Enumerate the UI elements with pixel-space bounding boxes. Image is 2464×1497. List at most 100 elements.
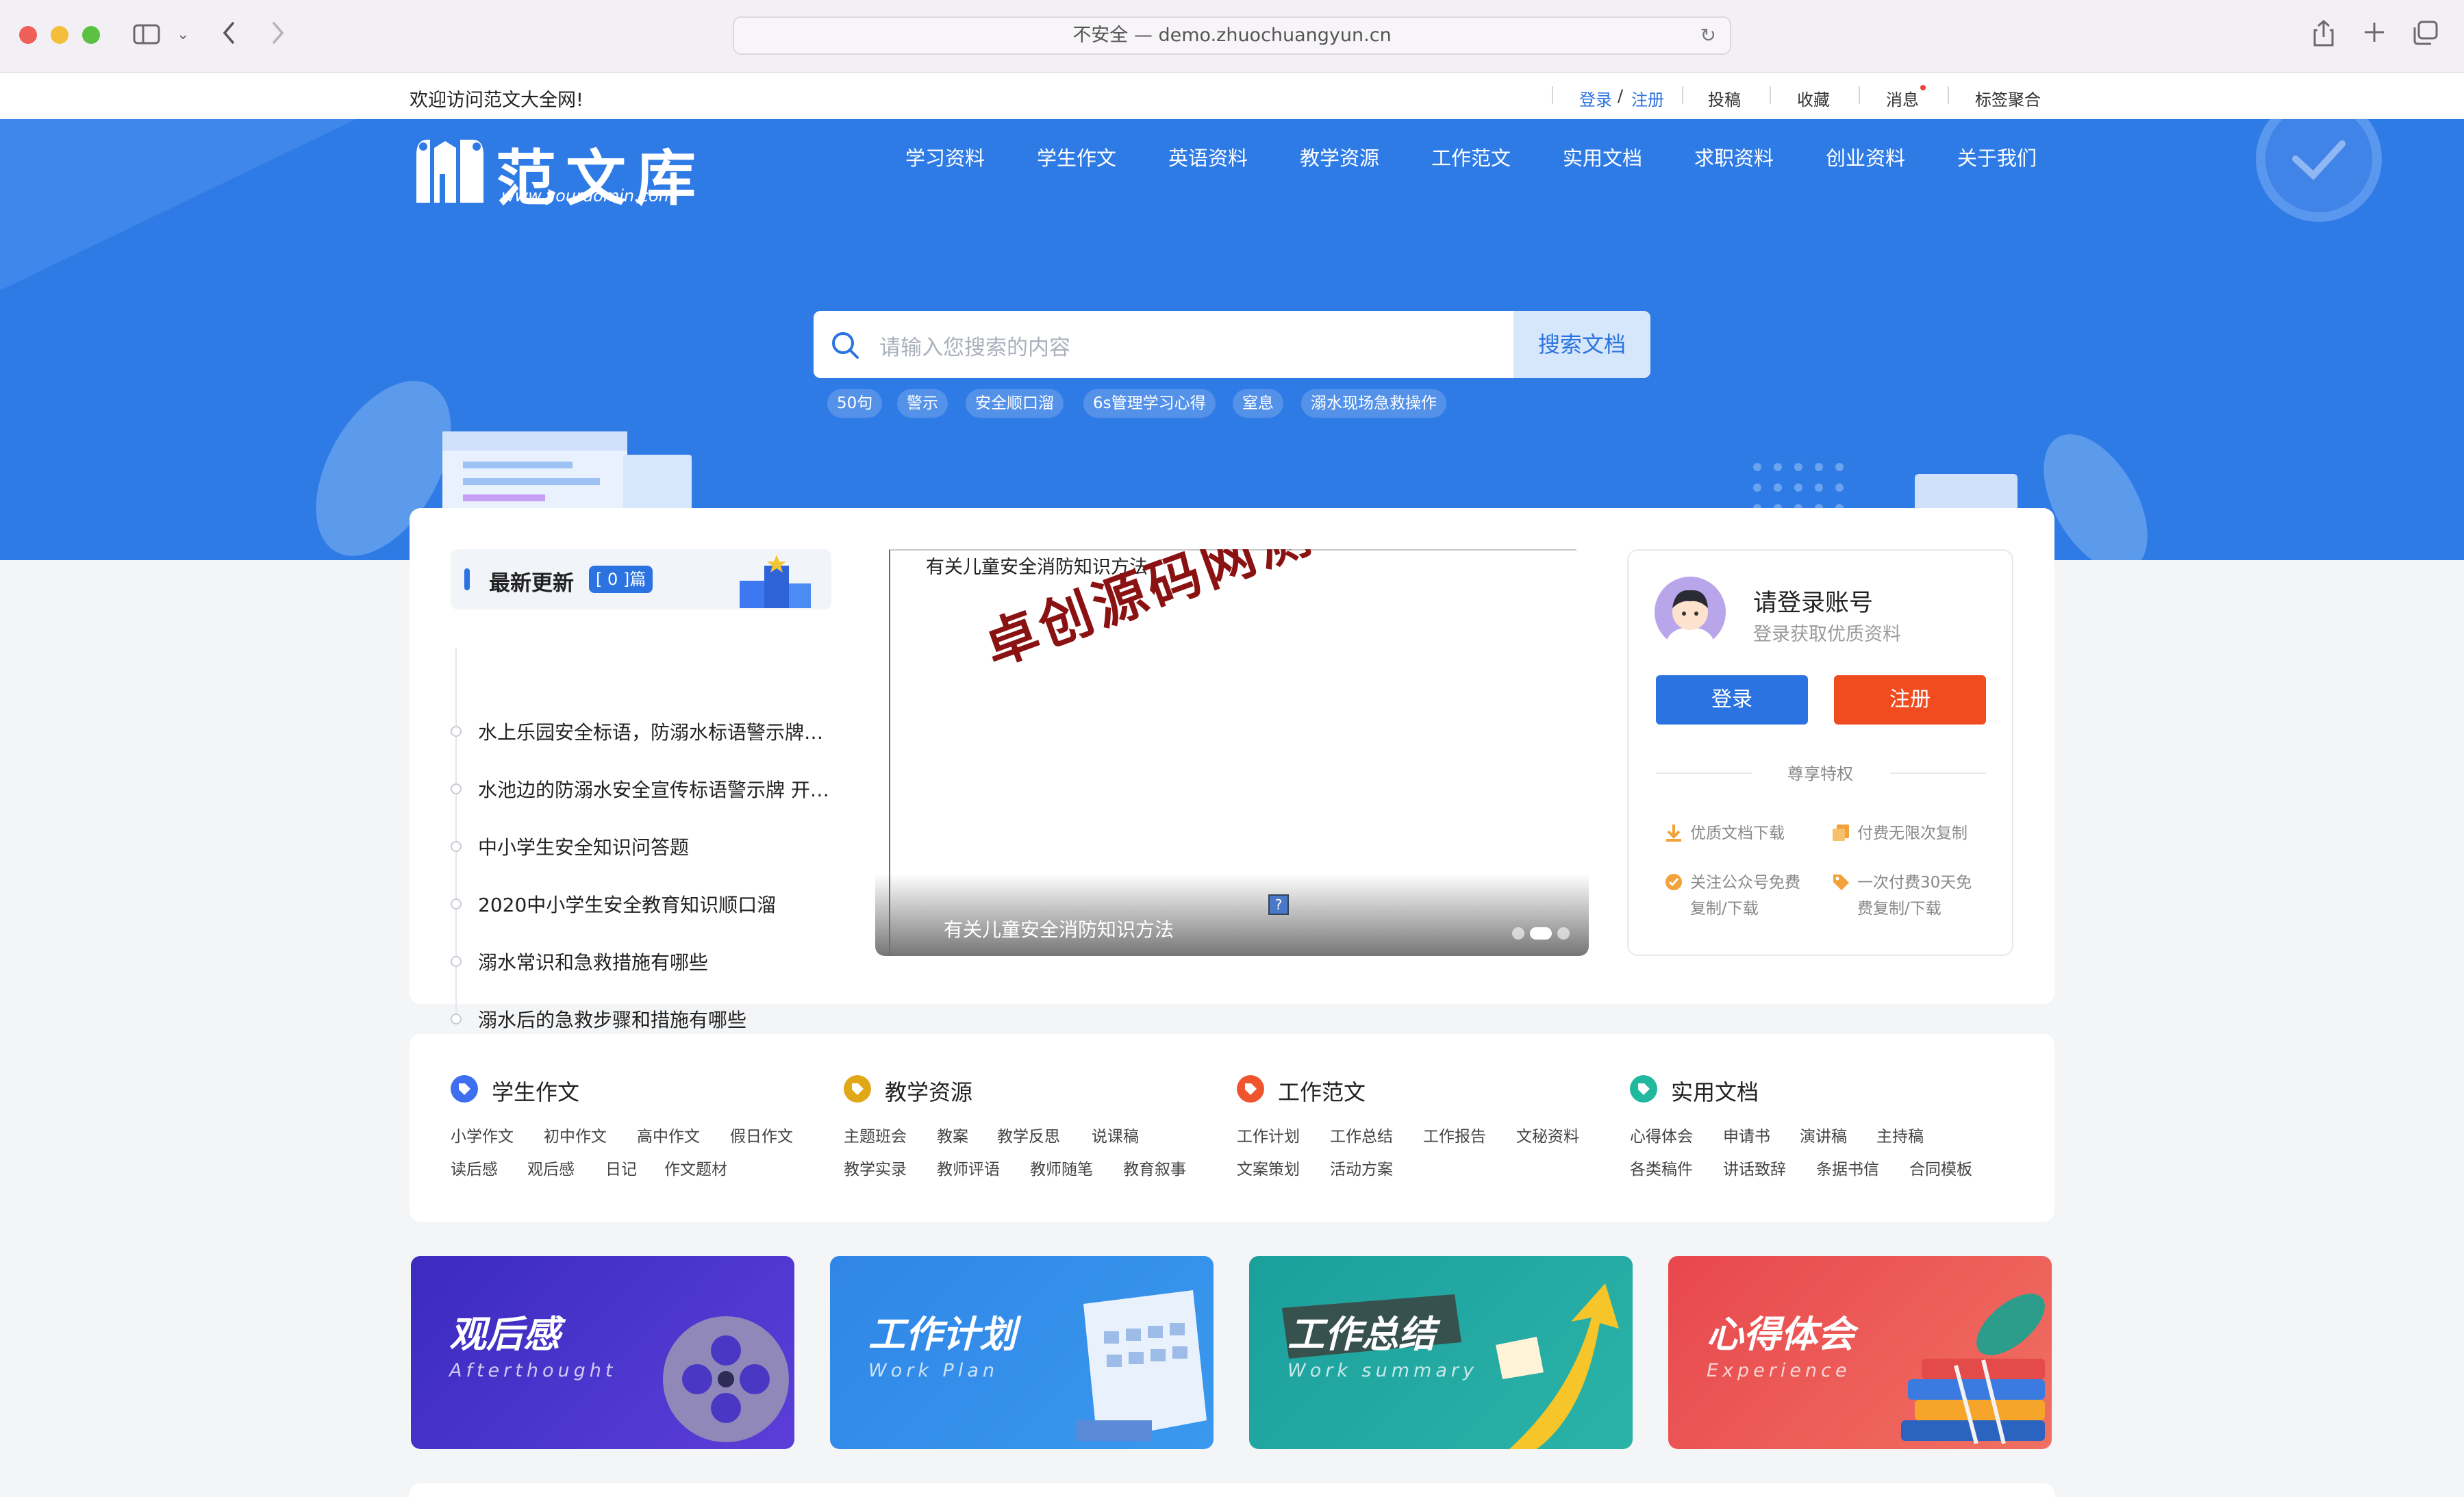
site-logo[interactable]: 范文库 www.yourdomin.com [410,134,711,214]
category-link[interactable]: 教学反思 [997,1123,1060,1146]
category-link[interactable]: 教学实录 [844,1156,907,1179]
timeline-line [455,648,457,1018]
banner-title: 工作计划 [868,1313,1016,1356]
back-arrow-icon[interactable] [221,21,237,49]
tags-link[interactable]: 标签聚合 [1975,86,2041,110]
latest-item[interactable]: 2020中小学生安全教育知识顺口溜 [478,890,834,918]
web-page: 欢迎访问范文大全网! 登录 / 注册 投稿 收藏 消息 标签聚合 范文库 www… [0,73,2464,1497]
nav-study-materials[interactable]: 学习资料 [905,142,985,171]
timeline-dot [451,956,462,967]
film-reel-icon [663,1316,789,1442]
login-link[interactable]: 登录 [1579,86,1612,110]
nav-practical-docs[interactable]: 实用文档 [1563,142,1642,171]
hot-tag[interactable]: 50句 [827,389,883,418]
category-link[interactable]: 合同模板 [1909,1156,1972,1179]
hot-tag[interactable]: 安全顺口溜 [966,389,1064,418]
category-link[interactable]: 讲话致辞 [1723,1156,1786,1179]
category-link[interactable]: 假日作文 [730,1123,793,1146]
banner-afterthought[interactable]: 观后感 Afterthought [411,1256,794,1449]
messages-link[interactable]: 消息 [1886,86,1919,110]
forward-arrow-icon[interactable] [270,21,286,49]
tag-icon [1237,1075,1264,1103]
category-link[interactable]: 活动方案 [1330,1156,1393,1179]
category-link[interactable]: 文秘资料 [1516,1123,1579,1146]
category-link[interactable]: 教案 [937,1123,968,1146]
register-button[interactable]: 注册 [1834,675,1986,725]
category-link[interactable]: 教师随笔 [1030,1156,1093,1179]
close-window-button[interactable] [19,26,37,44]
latest-item[interactable]: 水池边的防溺水安全宣传标语警示牌 开… [478,775,834,803]
banner-experience[interactable]: 心得体会 Experience [1668,1256,2052,1449]
category-title[interactable]: 教学资源 [885,1075,972,1107]
search-icon [832,332,859,359]
copy-icon [1833,825,1849,841]
favorites-link[interactable]: 收藏 [1797,86,1830,110]
login-button[interactable]: 登录 [1656,675,1808,725]
latest-item[interactable]: 溺水常识和急救措施有哪些 [478,948,834,975]
timeline-dot [451,1014,462,1024]
maximize-window-button[interactable] [82,26,100,44]
chevron-down-icon[interactable]: ⌄ [177,23,189,47]
latest-item[interactable]: 中小学生安全知识问答题 [478,833,834,860]
search-input[interactable]: 请输入您搜索的内容 [879,330,1070,361]
nav-english-materials[interactable]: 英语资料 [1168,142,1248,171]
share-icon[interactable] [2312,19,2335,51]
carousel-dot-active[interactable] [1530,927,1552,940]
contribute-link[interactable]: 投稿 [1708,86,1741,110]
hot-tag[interactable]: 6s管理学习心得 [1083,389,1216,418]
category-link[interactable]: 观后感 [527,1156,575,1179]
carousel[interactable]: 有关儿童安全消防知识方法 卓创源码网测试 ? 有关儿童安全消防知识方法 [875,549,1589,956]
nav-about-us[interactable]: 关于我们 [1957,142,2037,171]
banner-subtitle: Work summary [1287,1360,1478,1381]
category-link[interactable]: 主题班会 [844,1123,907,1146]
category-link[interactable]: 日记 [605,1156,637,1179]
carousel-caption: 有关儿童安全消防知识方法 [944,918,1174,941]
banner-work-plan[interactable]: 工作计划 Work Plan [830,1256,1214,1449]
category-link[interactable]: 小学作文 [451,1123,514,1146]
category-link[interactable]: 作文题材 [664,1156,727,1179]
hot-tag[interactable]: 溺水现场急救操作 [1301,389,1446,418]
minimize-window-button[interactable] [51,26,68,44]
reload-icon[interactable]: ↻ [1700,18,1716,53]
address-bar[interactable]: 不安全 — demo.zhuochuangyun.cn ↻ [733,16,1731,55]
category-link[interactable]: 各类稿件 [1630,1156,1693,1179]
tab-overview-icon[interactable] [2412,21,2438,49]
category-link[interactable]: 教师评语 [937,1156,1000,1179]
category-link[interactable]: 说课稿 [1092,1123,1139,1146]
hot-tag[interactable]: 警示 [897,389,948,418]
category-link[interactable]: 演讲稿 [1800,1123,1847,1146]
carousel-dot[interactable] [1512,927,1524,940]
nav-teaching-resources[interactable]: 教学资源 [1300,142,1379,171]
nav-job-materials[interactable]: 求职资料 [1694,142,1774,171]
category-link[interactable]: 工作总结 [1330,1123,1393,1146]
carousel-dot[interactable] [1557,927,1570,940]
new-tab-icon[interactable] [2363,21,2386,48]
category-link[interactable]: 读后感 [451,1156,498,1179]
category-link[interactable]: 文案策划 [1237,1156,1300,1179]
nav-student-essays[interactable]: 学生作文 [1037,142,1116,171]
sidebar-toggle-icon[interactable] [133,23,160,49]
account-subtitle: 登录获取优质资料 [1753,624,1901,645]
banner-work-summary[interactable]: 工作总结 Work summary [1249,1256,1633,1449]
category-link[interactable]: 条据书信 [1816,1156,1879,1179]
divider [1682,86,1683,104]
category-link[interactable]: 初中作文 [544,1123,607,1146]
hot-tag[interactable]: 窒息 [1233,389,1283,418]
category-link[interactable]: 心得体会 [1630,1123,1693,1146]
category-link[interactable]: 教育叙事 [1123,1156,1186,1179]
nav-work-templates[interactable]: 工作范文 [1431,142,1511,171]
category-title[interactable]: 学生作文 [492,1075,579,1107]
nav-startup-materials[interactable]: 创业资料 [1826,142,1905,171]
category-link[interactable]: 主持稿 [1876,1123,1924,1146]
category-link[interactable]: 工作报告 [1423,1123,1486,1146]
category-link[interactable]: 高中作文 [637,1123,700,1146]
latest-item[interactable]: 溺水后的急救步骤和措施有哪些 [478,1005,834,1033]
register-link[interactable]: 注册 [1631,86,1664,110]
category-title[interactable]: 工作范文 [1278,1075,1366,1107]
category-title[interactable]: 实用文档 [1671,1075,1759,1107]
latest-item[interactable]: 水上乐园安全标语，防溺水标语警示牌… [478,718,834,745]
search-box: 请输入您搜索的内容 搜索文档 [814,311,1650,378]
category-link[interactable]: 申请书 [1723,1123,1770,1146]
search-button[interactable]: 搜索文档 [1513,311,1650,378]
category-link[interactable]: 工作计划 [1237,1123,1300,1146]
